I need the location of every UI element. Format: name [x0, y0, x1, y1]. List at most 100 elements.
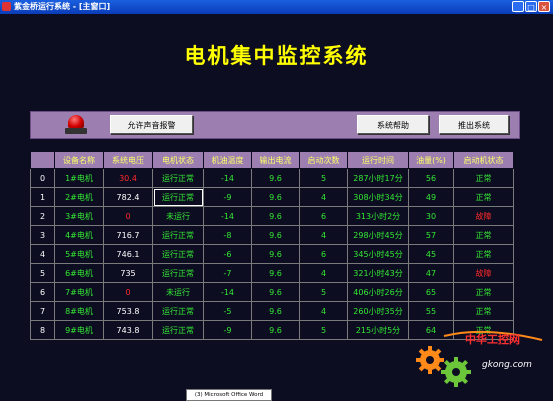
- cell-starter-state[interactable]: 故障: [453, 263, 514, 283]
- cell-device-name[interactable]: 8#电机: [54, 301, 104, 321]
- cell-motor-state[interactable]: 运行正常: [152, 168, 204, 188]
- cell-runtime[interactable]: 298小时45分: [347, 225, 409, 245]
- cell-output-current[interactable]: 9.6: [251, 168, 300, 188]
- cell-start-count[interactable]: 4: [299, 263, 348, 283]
- cell-oil-level[interactable]: 56: [408, 168, 454, 188]
- cell-oil-level[interactable]: 30: [408, 206, 454, 226]
- sound-alarm-button[interactable]: 允许声音报警: [110, 115, 193, 134]
- maximize-button[interactable]: □: [525, 1, 537, 12]
- cell-device-name[interactable]: 4#电机: [54, 225, 104, 245]
- table-row[interactable]: 4 5#电机 746.1 运行正常 -6 9.6 6 345小时45分 45 正常: [30, 244, 514, 264]
- cell-voltage[interactable]: 716.7: [103, 225, 153, 245]
- cell-starter-state[interactable]: 故障: [453, 206, 514, 226]
- cell-oil-level[interactable]: 47: [408, 263, 454, 283]
- row-index[interactable]: 8: [30, 320, 55, 340]
- cell-oil-temp[interactable]: -9: [203, 187, 252, 207]
- column-header[interactable]: 运行时间: [347, 151, 409, 169]
- exit-button[interactable]: 推出系统: [439, 115, 509, 134]
- cell-device-name[interactable]: 6#电机: [54, 263, 104, 283]
- help-button[interactable]: 系统帮助: [357, 115, 429, 134]
- row-index[interactable]: 6: [30, 282, 55, 302]
- cell-start-count[interactable]: 6: [299, 206, 348, 226]
- cell-start-count[interactable]: 6: [299, 244, 348, 264]
- cell-oil-level[interactable]: 55: [408, 301, 454, 321]
- cell-oil-temp[interactable]: -9: [203, 320, 252, 340]
- row-index[interactable]: 7: [30, 301, 55, 321]
- table-row[interactable]: 1 2#电机 782.4 运行正常 -9 9.6 4 308小时34分 49 正常: [30, 187, 514, 207]
- cell-output-current[interactable]: 9.6: [251, 225, 300, 245]
- row-index[interactable]: 0: [30, 168, 55, 188]
- cell-oil-level[interactable]: 45: [408, 244, 454, 264]
- cell-motor-state[interactable]: 运行正常: [152, 301, 204, 321]
- cell-oil-level[interactable]: 57: [408, 225, 454, 245]
- table-row[interactable]: 3 4#电机 716.7 运行正常 -8 9.6 4 298小时45分 57 正常: [30, 225, 514, 245]
- cell-start-count[interactable]: 5: [299, 282, 348, 302]
- cell-device-name[interactable]: 3#电机: [54, 206, 104, 226]
- cell-voltage[interactable]: 746.1: [103, 244, 153, 264]
- cell-output-current[interactable]: 9.6: [251, 187, 300, 207]
- cell-oil-temp[interactable]: -7: [203, 263, 252, 283]
- cell-oil-temp[interactable]: -14: [203, 168, 252, 188]
- cell-start-count[interactable]: 4: [299, 225, 348, 245]
- cell-motor-state[interactable]: 运行正常: [152, 263, 204, 283]
- cell-starter-state[interactable]: 正常: [453, 168, 514, 188]
- cell-motor-state[interactable]: 未运行: [152, 206, 204, 226]
- cell-runtime[interactable]: 287小时17分: [347, 168, 409, 188]
- cell-output-current[interactable]: 9.6: [251, 263, 300, 283]
- cell-starter-state[interactable]: 正常: [453, 301, 514, 321]
- table-row[interactable]: 6 7#电机 0 未运行 -14 9.6 5 406小时26分 65 正常: [30, 282, 514, 302]
- column-header[interactable]: 设备名称: [54, 151, 104, 169]
- row-index[interactable]: 3: [30, 225, 55, 245]
- cell-device-name[interactable]: 2#电机: [54, 187, 104, 207]
- minimize-button[interactable]: _: [512, 1, 524, 12]
- cell-start-count[interactable]: 4: [299, 187, 348, 207]
- cell-start-count[interactable]: 5: [299, 168, 348, 188]
- cell-oil-temp[interactable]: -6: [203, 244, 252, 264]
- row-index[interactable]: 1: [30, 187, 55, 207]
- cell-starter-state[interactable]: 正常: [453, 282, 514, 302]
- column-header[interactable]: 启动机状态: [453, 151, 514, 169]
- cell-motor-state[interactable]: 运行正常: [152, 225, 204, 245]
- column-header[interactable]: 输出电流: [251, 151, 300, 169]
- cell-start-count[interactable]: 4: [299, 301, 348, 321]
- row-index[interactable]: 2: [30, 206, 55, 226]
- cell-voltage[interactable]: 743.8: [103, 320, 153, 340]
- cell-output-current[interactable]: 9.6: [251, 282, 300, 302]
- cell-oil-level[interactable]: 65: [408, 282, 454, 302]
- cell-runtime[interactable]: 308小时34分: [347, 187, 409, 207]
- column-header[interactable]: 启动次数: [299, 151, 348, 169]
- cell-device-name[interactable]: 1#电机: [54, 168, 104, 188]
- cell-motor-state[interactable]: 未运行: [152, 282, 204, 302]
- row-index[interactable]: 4: [30, 244, 55, 264]
- taskbar-word-item[interactable]: (3) Microsoft Office Word: [186, 389, 272, 401]
- column-header[interactable]: 油量(%): [408, 151, 454, 169]
- cell-runtime[interactable]: 215小时5分: [347, 320, 409, 340]
- cell-voltage[interactable]: 735: [103, 263, 153, 283]
- cell-voltage[interactable]: 0: [103, 282, 153, 302]
- cell-oil-level[interactable]: 49: [408, 187, 454, 207]
- cell-start-count[interactable]: 5: [299, 320, 348, 340]
- cell-starter-state[interactable]: 正常: [453, 244, 514, 264]
- cell-voltage[interactable]: 753.8: [103, 301, 153, 321]
- cell-voltage[interactable]: 0: [103, 206, 153, 226]
- cell-oil-temp[interactable]: -5: [203, 301, 252, 321]
- table-row[interactable]: 2 3#电机 0 未运行 -14 9.6 6 313小时2分 30 故障: [30, 206, 514, 226]
- cell-motor-state[interactable]: 运行正常: [152, 244, 204, 264]
- column-header[interactable]: 系统电压: [103, 151, 153, 169]
- cell-voltage[interactable]: 30.4: [103, 168, 153, 188]
- cell-runtime[interactable]: 406小时26分: [347, 282, 409, 302]
- cell-output-current[interactable]: 9.6: [251, 320, 300, 340]
- cell-output-current[interactable]: 9.6: [251, 244, 300, 264]
- cell-device-name[interactable]: 5#电机: [54, 244, 104, 264]
- table-row[interactable]: 0 1#电机 30.4 运行正常 -14 9.6 5 287小时17分 56 正常: [30, 168, 514, 188]
- row-index[interactable]: 5: [30, 263, 55, 283]
- column-header[interactable]: 机油温度: [203, 151, 252, 169]
- table-row[interactable]: 5 6#电机 735 运行正常 -7 9.6 4 321小时43分 47 故障: [30, 263, 514, 283]
- cell-starter-state[interactable]: 正常: [453, 187, 514, 207]
- close-button[interactable]: ×: [538, 1, 550, 12]
- cell-motor-state[interactable]: 运行正常: [152, 187, 204, 207]
- cell-device-name[interactable]: 9#电机: [54, 320, 104, 340]
- window-titlebar[interactable]: 紫金桥运行系统 - [主窗口] _ □ ×: [0, 0, 553, 14]
- cell-output-current[interactable]: 9.6: [251, 301, 300, 321]
- table-row[interactable]: 7 8#电机 753.8 运行正常 -5 9.6 4 260小时35分 55 正常: [30, 301, 514, 321]
